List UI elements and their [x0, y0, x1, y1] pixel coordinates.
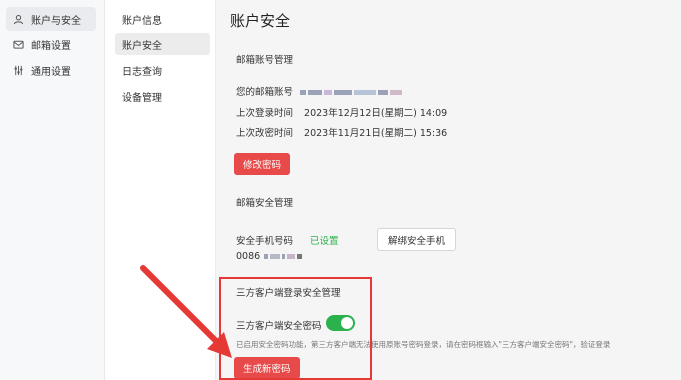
section-title-security: 邮箱安全管理: [236, 198, 294, 209]
sidebar-item-label: 邮箱设置: [31, 40, 71, 52]
subnav-item-account-security[interactable]: 账户安全: [115, 33, 210, 55]
security-phone-label: 安全手机号码: [236, 236, 294, 247]
last-password-change-row: 上次改密时间 2023年11月21日(星期二) 15:36: [236, 125, 447, 139]
generate-new-password-button[interactable]: 生成新密码: [234, 357, 300, 379]
last-login-row: 上次登录时间 2023年12月12日(星期二) 14:09: [236, 105, 447, 119]
mail-settings-icon: [11, 37, 25, 51]
third-party-password-label: 三方客户端安全密码: [236, 321, 322, 332]
unbind-phone-button[interactable]: 解绑安全手机: [377, 228, 456, 251]
page-title: 账户安全: [230, 12, 291, 30]
email-label: 您的邮箱账号: [236, 87, 294, 98]
third-party-password-toggle[interactable]: [326, 315, 355, 331]
third-party-password-row: 三方客户端安全密码: [236, 318, 322, 332]
last-login-label: 上次登录时间: [236, 108, 294, 119]
third-party-hint: 已启用安全密码功能，第三方客户端无法使用原账号密码登录，请在密码框输入"三方客户…: [236, 340, 611, 349]
email-row: 您的邮箱账号: [236, 84, 404, 98]
phone-status: 已设置: [310, 236, 339, 247]
last-login-value: 2023年12月12日(星期二) 14:09: [304, 108, 448, 119]
section-title-third-party: 三方客户端登录安全管理: [236, 288, 341, 299]
sliders-icon: [11, 63, 25, 77]
change-password-button[interactable]: 修改密码: [234, 153, 291, 175]
primary-sidebar: 账户与安全 邮箱设置 通用设置: [0, 0, 105, 380]
subnav-item-log-query[interactable]: 日志查询: [115, 59, 210, 81]
main-content: 账户安全 邮箱账号管理 您的邮箱账号 上次登录时间 2023年12月12日(星期…: [216, 0, 681, 380]
user-icon: [11, 12, 25, 26]
toggle-knob: [341, 317, 353, 329]
subnav-item-device-management[interactable]: 设备管理: [115, 85, 210, 107]
subnav-item-account-info[interactable]: 账户信息: [115, 8, 210, 30]
phone-prefix: 0086: [236, 251, 261, 262]
sidebar-item-general-settings[interactable]: 通用设置: [6, 58, 96, 82]
phone-number-row: 0086: [236, 251, 304, 262]
sidebar-item-account-security[interactable]: 账户与安全: [6, 7, 96, 31]
masked-phone: [264, 251, 304, 262]
last-password-change-value: 2023年11月21日(星期二) 15:36: [304, 128, 448, 139]
masked-email: [300, 87, 404, 98]
section-title-mailbox: 邮箱账号管理: [236, 55, 294, 66]
security-phone-row: 安全手机号码 已设置: [236, 233, 339, 247]
secondary-sidebar: 账户信息 账户安全 日志查询 设备管理: [105, 0, 216, 380]
sidebar-item-mail-settings[interactable]: 邮箱设置: [6, 32, 96, 56]
last-password-change-label: 上次改密时间: [236, 128, 294, 139]
sidebar-item-label: 通用设置: [31, 66, 71, 78]
sidebar-item-label: 账户与安全: [31, 15, 81, 27]
